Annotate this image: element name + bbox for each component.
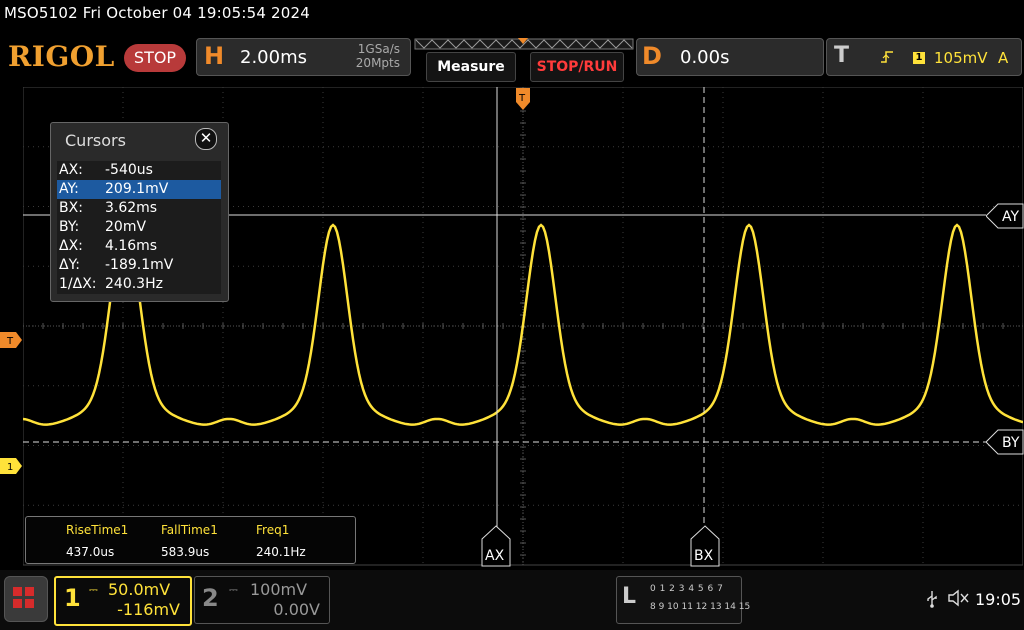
measurement-falltime: FallTime1 583.9us [161, 523, 218, 559]
cursor-readout-label: BY: [59, 219, 80, 235]
cursor-readout-label: ΔX: [59, 238, 83, 254]
cursor-readout-label: AX: [59, 162, 83, 178]
cursor-readout-list: AX: -540us AY: 209.1mV BX: 3.62ms BY: 20mV ΔX: 4.… [57, 161, 221, 294]
logic-analyzer-label: L [622, 584, 637, 609]
logic-channels-row2: 8 9 10 11 12 13 14 15 [650, 602, 751, 612]
cursor-readout-value: 240.3Hz [105, 276, 163, 292]
cursor-readout-row[interactable]: BY: 20mV [57, 218, 221, 237]
ch1-scale: 50.0mV [108, 580, 171, 599]
measurement-freq: Freq1 240.1Hz [256, 523, 306, 559]
measurement-value: 437.0us [66, 545, 115, 559]
cursor-ax-label[interactable]: AX [481, 525, 511, 567]
measurement-label: Freq1 [256, 523, 290, 537]
cursor-readout-value: 4.16ms [105, 238, 158, 254]
ch1-ground-marker[interactable]: 1 [0, 456, 24, 476]
ch1-ground-marker-label: 1 [7, 462, 13, 473]
trigger-level: 105mV [934, 49, 988, 67]
rising-edge-icon [880, 50, 894, 68]
logic-channels-row1: 0 1 2 3 4 5 6 7 [650, 584, 723, 594]
stop-run-button[interactable]: STOP/RUN [530, 52, 624, 82]
delay-panel[interactable] [636, 38, 824, 76]
cursor-readout-value: -189.1mV [105, 257, 174, 273]
cursor-ax-text: AX [485, 548, 505, 564]
delay-label: D [642, 42, 662, 70]
cursor-readout-value: 3.62ms [105, 200, 158, 216]
cursor-bx-label[interactable]: BX [690, 525, 720, 567]
status-line: MSO5102 Fri October 04 19:05:54 2024 [4, 4, 311, 22]
cursor-readout-value: 209.1mV [105, 181, 169, 197]
horizontal-label: H [204, 42, 225, 70]
cursor-readout-row[interactable]: ΔX: 4.16ms [57, 237, 221, 256]
cursor-readout-label: AY: [59, 181, 79, 197]
ch2-scale: 100mV [250, 580, 308, 599]
cursors-panel: Cursors ✕ AX: -540us AY: 209.1mV BX: 3.62ms BY… [50, 122, 229, 302]
trigger-level-marker-label: T [6, 336, 14, 347]
measurement-risetime: RiseTime1 437.0us [66, 523, 128, 559]
run-state-badge[interactable]: STOP [124, 44, 186, 72]
measurement-label: FallTime1 [161, 523, 218, 537]
trigger-mode: A [998, 49, 1009, 67]
memory-depth: 20Mpts [355, 56, 400, 70]
trigger-level-marker[interactable]: T [0, 330, 24, 350]
ch1-offset: -116mV [117, 600, 180, 619]
measurement-label: RiseTime1 [66, 523, 129, 537]
cursor-by-text: BY [1002, 435, 1020, 451]
ch2-number: 2 [202, 584, 219, 612]
memory-position-strip [414, 38, 634, 50]
trigger-label: T [834, 43, 850, 68]
timebase-value: 2.00ms [240, 47, 307, 68]
cursor-ay-label[interactable]: AY [986, 203, 1024, 229]
cursor-by-label[interactable]: BY [986, 429, 1024, 455]
cursor-readout-row[interactable]: AY: 209.1mV [57, 180, 221, 199]
trigger-source: 1 [913, 52, 925, 64]
rigol-logo: RIGOL [8, 40, 115, 73]
delay-value: 0.00s [680, 47, 730, 68]
system-clock: 19:05 [975, 590, 1022, 609]
cursor-readout-value: 20mV [105, 219, 147, 235]
measure-button[interactable]: Measure [426, 52, 516, 82]
dc-coupling-icon: ⎓ [89, 583, 98, 596]
acquisition-info: 1GSa/s 20Mpts [330, 42, 400, 70]
ch2-offset: 0.00V [273, 600, 320, 619]
trigger-position-marker-label: T [518, 93, 526, 104]
close-icon[interactable]: ✕ [195, 128, 217, 150]
cursor-readout-row[interactable]: 1/ΔX: 240.3Hz [57, 275, 221, 294]
cursor-readout-row[interactable]: ΔY: -189.1mV [57, 256, 221, 275]
trigger-position-marker[interactable]: T [514, 88, 532, 112]
sample-rate: 1GSa/s [357, 42, 400, 56]
cursor-bx-text: BX [694, 548, 714, 564]
cursor-readout-label: 1/ΔX: [59, 276, 97, 292]
cursor-readout-label: ΔY: [59, 257, 80, 273]
speaker-muted-icon[interactable] [948, 589, 970, 611]
cursors-title: Cursors [65, 131, 126, 150]
measurement-panel[interactable]: RiseTime1 437.0us FallTime1 583.9us Freq… [25, 516, 356, 564]
usb-icon[interactable] [926, 590, 938, 612]
measurement-value: 240.1Hz [256, 545, 306, 559]
grid-menu-icon [13, 587, 34, 608]
cursor-ay-text: AY [1002, 209, 1019, 225]
cursor-readout-label: BX: [59, 200, 83, 216]
cursor-readout-row[interactable]: BX: 3.62ms [57, 199, 221, 218]
cursor-readout-row[interactable]: AX: -540us [57, 161, 221, 180]
dc-coupling-icon: ⎓ [229, 583, 238, 596]
measurement-value: 583.9us [161, 545, 210, 559]
cursor-readout-value: -540us [105, 162, 153, 178]
ch1-number: 1 [64, 584, 81, 612]
